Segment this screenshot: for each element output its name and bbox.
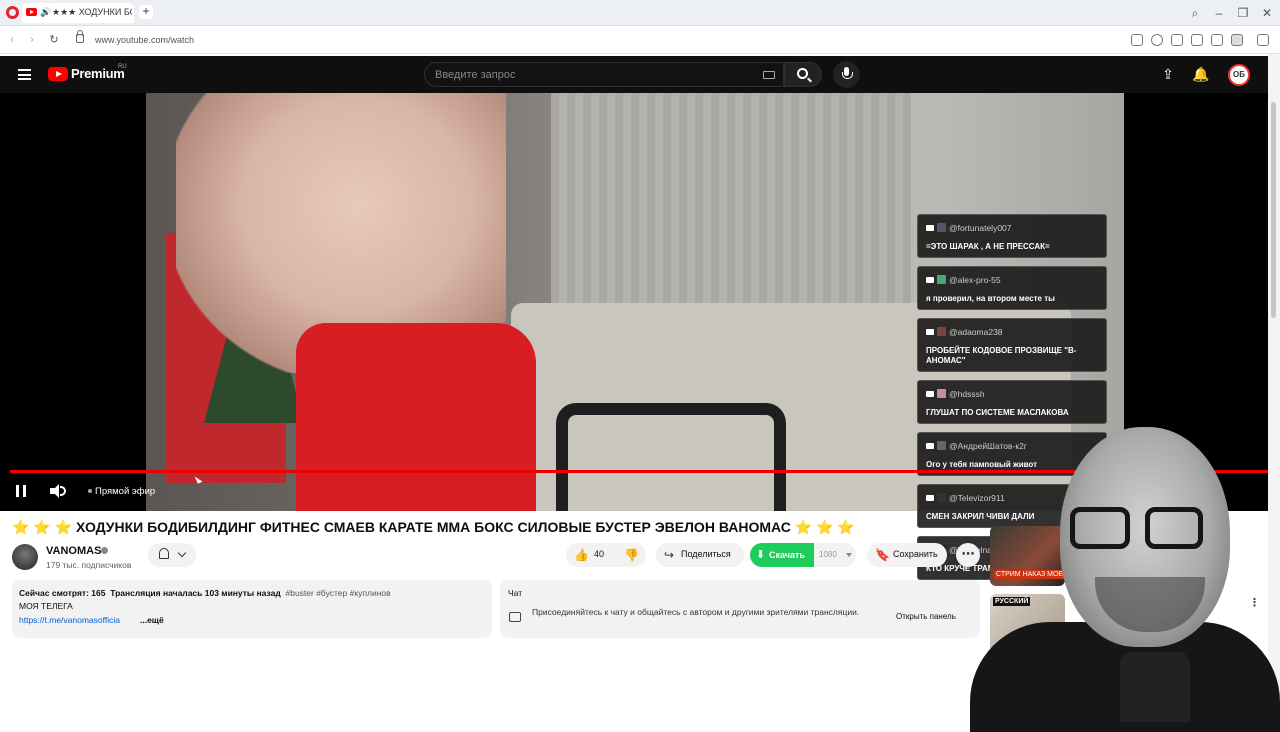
search-button[interactable] [784,62,822,87]
browser-tab-bar: 🔊 ★★★ ХОДУНКИ БОДИБИЛДИНГ + ⌕ – ❐ ✕ [0,0,1280,26]
notifications-bell-button[interactable] [148,543,196,567]
like-count: 40 [594,549,605,559]
channel-avatar[interactable] [12,544,38,570]
menu-icon[interactable] [1211,34,1223,46]
chat-text: я проверил, на втором месте ты [926,294,1055,303]
chat-user: @hdsssh [949,388,985,399]
chat-bubble-icon [509,612,521,622]
share-icon: ↪ [664,548,675,562]
youtube-favicon-icon [26,8,37,16]
pause-button[interactable] [16,485,26,497]
overlay-chat-message: @fortunately007 =ЭТО ШАРАК , А НЕ ПРЕССАК… [917,214,1107,258]
forward-button[interactable]: › [24,32,40,48]
video-title: ⭐ ⭐ ⭐ ХОДУНКИ БОДИБИЛДИНГ ФИТНЕС СМАЕВ К… [12,519,855,535]
maximize-button[interactable]: ❐ [1234,4,1252,22]
youtube-header: Premium RU Введите запрос ⇪ 🔔 ОБ [0,56,1268,93]
back-button[interactable]: ‹ [4,32,20,48]
chat-text: ПРОБЕЙТЕ КОДОВОЕ ПРОЗВИЩЕ "В-АНОМАС" [926,346,1077,365]
overlay-chat-message: @adaoma238 ПРОБЕЙТЕ КОДОВОЕ ПРОЗВИЩЕ "В-А… [917,318,1107,372]
webcam-glasses-left [1070,507,1130,549]
live-dot-icon [88,489,92,493]
region-code: RU [118,64,127,70]
streamer-webcam-overlay [900,412,1280,732]
shield-extension-icon[interactable] [1151,34,1163,46]
youtube-badge-icon [926,390,934,397]
webcam-glasses-right [1145,507,1203,549]
camera-extension-icon[interactable] [1131,34,1143,46]
logo-text[interactable]: Premium [71,66,125,81]
download-label: Скачать [769,550,805,560]
address-bar: ‹ › ↻ www.youtube.com/watch [0,27,1280,54]
description-text: МОЯ ТЕЛЕГА [19,601,73,611]
chat-invite-text: Присоединяйтесь к чату и общайтесь с авт… [532,607,860,617]
scene-bench [556,403,786,511]
speaker-icon[interactable]: 🔊 [40,7,51,18]
chat-user: @adaoma238 [949,326,1003,337]
download-icon[interactable] [1191,34,1203,46]
page-scrollbar-thumb[interactable] [1271,102,1276,318]
stream-start: Трансляция началась 103 минуты назад [110,588,281,598]
show-more-link[interactable]: ...ещё [140,615,164,625]
live-label[interactable]: Прямой эфир [95,486,155,497]
caret-down-icon [846,553,852,557]
telegram-link[interactable]: https://t.me/vanomasofficia [19,615,120,625]
hashtags[interactable]: #buster #бустер #куплинов [285,588,390,598]
voice-search-icon[interactable] [833,61,860,88]
search-placeholder: Введите запрос [435,69,516,81]
opera-logo-icon[interactable] [6,6,19,19]
description-meta: Сейчас смотрят: 165 Трансляция началась … [19,588,391,598]
youtube-badge-icon [926,224,934,231]
user-avatar [937,327,946,337]
chat-text: =ЭТО ШАРАК , А НЕ ПРЕССАК= [926,242,1050,251]
like-dislike-group: 👍 40 👎 [566,543,646,567]
profile-icon[interactable] [1231,34,1243,46]
url-field[interactable]: www.youtube.com/watch [95,35,194,45]
youtube-logo-icon[interactable] [48,67,68,81]
youtube-badge-icon [926,276,934,283]
user-avatar [937,389,946,399]
search-icon [797,68,808,79]
download-button[interactable]: ⬇ Скачать 1080 [750,543,856,567]
close-window-button[interactable]: ✕ [1258,4,1276,22]
share-button[interactable]: ↪ Поделиться [656,543,744,567]
share-label: Поделиться [681,549,731,559]
watching-count: Сейчас смотрят: 165 [19,588,106,598]
upload-icon[interactable]: ⇪ [1160,66,1176,82]
quality-select[interactable]: 1080 [819,550,837,559]
heart-icon[interactable] [1171,34,1183,46]
subscriber-count: 179 тыс. подписчиков [46,560,132,570]
like-button[interactable]: 👍 [574,548,589,562]
channel-name[interactable]: VANOMAS [46,545,101,557]
keyboard-icon[interactable] [763,71,775,79]
account-avatar[interactable]: ОБ [1228,64,1250,86]
search-input[interactable]: Введите запрос [424,62,784,87]
user-avatar [937,275,946,285]
webcam-microphone [1120,652,1190,722]
menu-icon[interactable] [18,69,31,80]
bell-icon [159,548,169,559]
notifications-icon[interactable]: 🔔 [1192,66,1209,82]
chat-title: Чат [508,588,523,598]
dislike-button[interactable]: 👎 [624,548,639,562]
save-icon: 🔖 [875,548,890,562]
scene-red-shorts [296,323,536,511]
browser-tab-active[interactable]: 🔊 ★★★ ХОДУНКИ БОДИБИЛДИНГ [22,3,134,23]
chat-user: @fortunately007 [949,222,1012,233]
sidebar-toggle-icon[interactable] [1257,34,1269,46]
lock-icon[interactable] [76,30,84,43]
minimize-button[interactable]: – [1210,4,1228,22]
verified-badge-icon [101,547,108,554]
download-green-button[interactable]: ⬇ Скачать [750,543,814,567]
search-tabs-icon[interactable]: ⌕ [1186,4,1204,22]
overlay-chat-message: @alex-pro-55 я проверил, на втором месте … [917,266,1107,310]
youtube-badge-icon [926,328,934,335]
user-avatar [937,223,946,233]
chevron-down-icon [177,548,187,558]
reload-button[interactable]: ↻ [46,32,62,48]
tab-title: ★★★ ХОДУНКИ БОДИБИЛДИНГ [52,7,132,17]
new-tab-button[interactable]: + [139,5,153,19]
chat-user: @alex-pro-55 [949,274,1001,285]
download-arrow-icon: ⬇ [756,549,766,561]
description-box[interactable]: Сейчас смотрят: 165 Трансляция началась … [12,580,492,638]
